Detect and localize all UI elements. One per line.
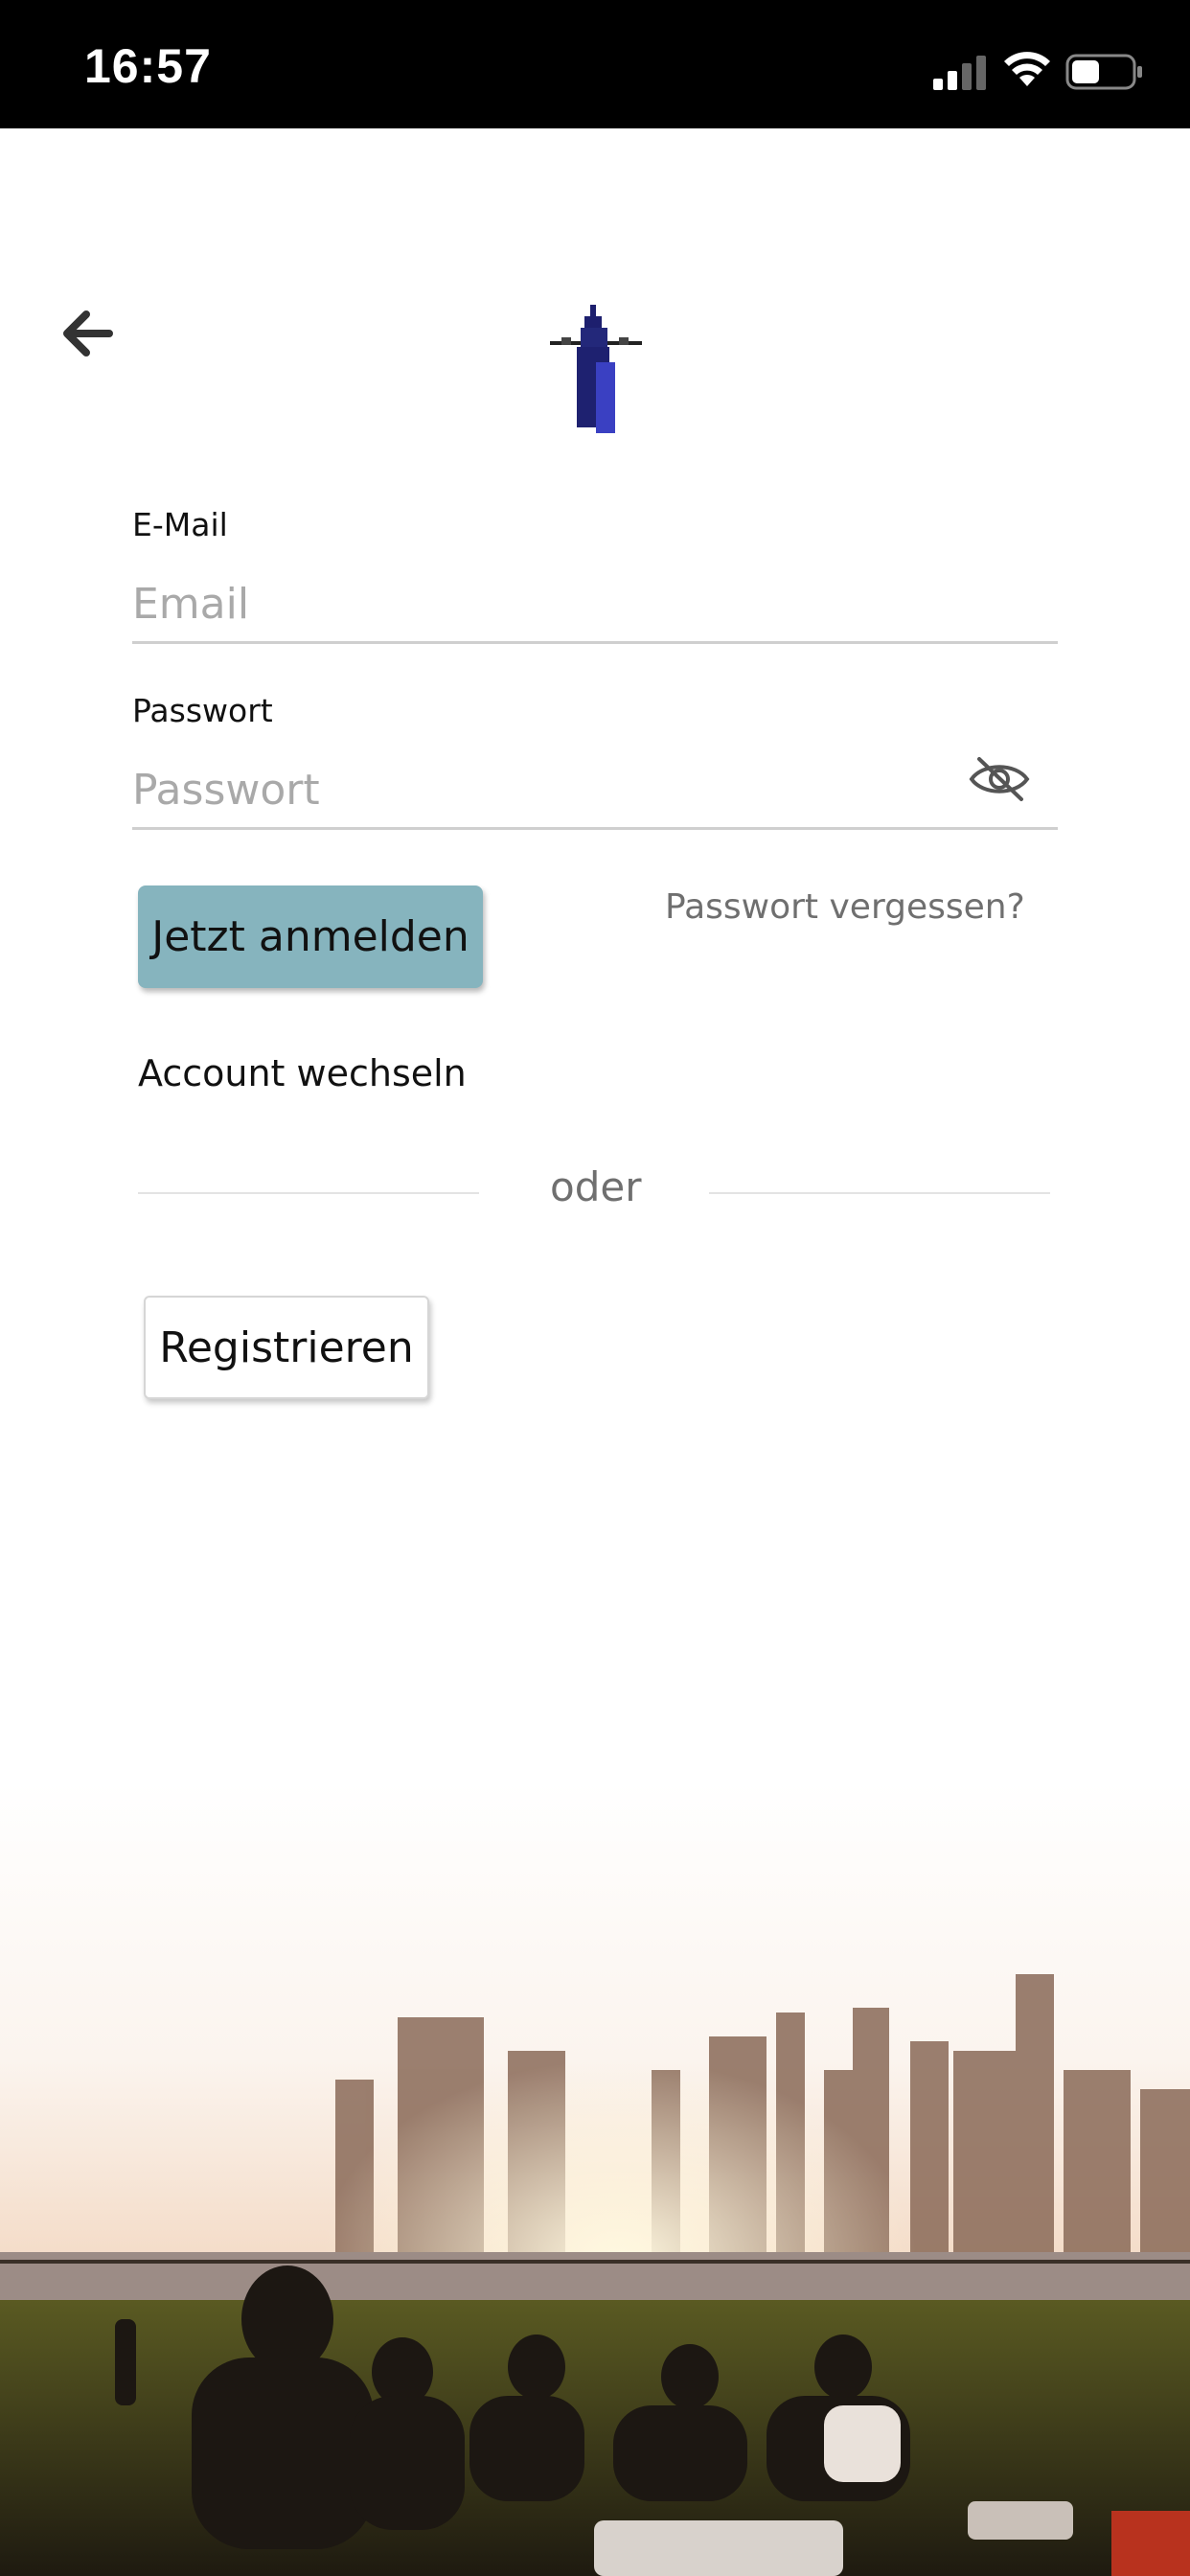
battery-icon [1065,54,1142,90]
login-button[interactable]: Jetzt anmelden [138,886,483,988]
background-photo [0,1782,1190,2576]
divider-right [709,1192,1050,1194]
status-time: 16:57 [84,39,212,93]
arrow-left-icon [63,310,113,356]
back-button[interactable] [56,299,119,368]
password-input[interactable] [132,761,1058,830]
cellular-signal-icon [933,56,986,90]
register-button[interactable]: Registrieren [144,1296,429,1399]
email-input[interactable] [132,575,1058,644]
eye-slash-icon[interactable] [968,753,1031,805]
divider-left [138,1192,479,1194]
forgot-password-link[interactable]: Passwort vergessen? [665,887,1025,927]
wifi-icon [1004,52,1050,86]
password-label: Passwort [132,692,273,729]
status-bar: 16:57 [0,0,1190,128]
divider-text: oder [550,1163,642,1210]
switch-account-link[interactable]: Account wechseln [138,1052,467,1094]
email-label: E-Mail [132,506,228,543]
app-logo [550,305,642,433]
